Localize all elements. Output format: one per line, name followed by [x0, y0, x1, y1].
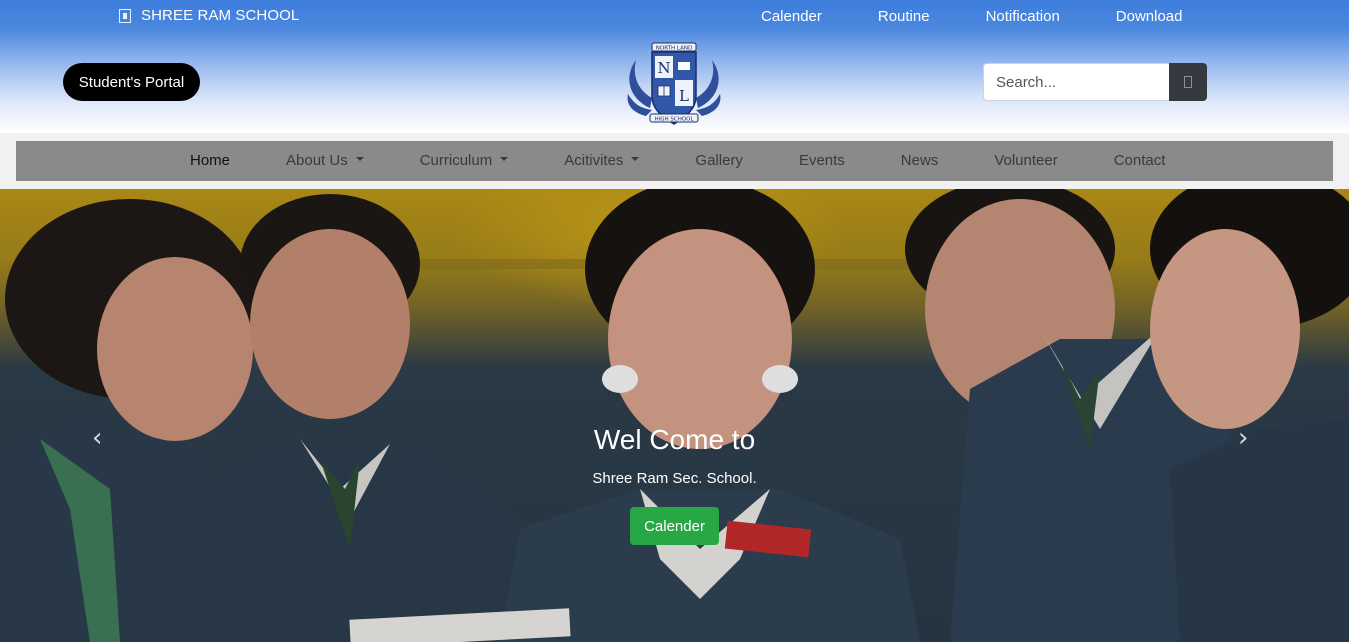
- book-icon: [657, 85, 671, 97]
- search-icon: [1184, 76, 1192, 88]
- search-button[interactable]: [1169, 63, 1207, 101]
- hero-carousel: ‹ › Wel Come to Shree Ram Sec. School. C…: [0, 189, 1349, 642]
- brand[interactable]: SHREE RAM SCHOOL: [119, 7, 299, 24]
- nav-item-label: About Us: [286, 152, 348, 169]
- top-link-download[interactable]: Download: [1088, 8, 1211, 26]
- nav-item-news[interactable]: News: [873, 141, 967, 181]
- nav-item-label: Acitivites: [564, 152, 624, 169]
- nav-item-about-us[interactable]: About Us: [258, 141, 392, 181]
- main-nav-wrapper: Home About Us Curriculum Acitivites Gall…: [0, 133, 1349, 189]
- hero-subtitle: Shree Ram Sec. School.: [592, 470, 757, 487]
- chevron-down-icon: [355, 157, 364, 162]
- school-logo[interactable]: N L NORTH LAND HIGH SCHOOL: [622, 38, 726, 130]
- logo-letter-l: L: [679, 87, 689, 105]
- logo-quadrant: [678, 62, 690, 70]
- logo-top-text: NORTH LAND: [656, 46, 692, 52]
- hero-title: Wel Come to: [593, 424, 756, 455]
- site-header: SHREE RAM SCHOOL Calender Routine Notifi…: [0, 0, 1349, 133]
- nav-item-gallery[interactable]: Gallery: [667, 141, 771, 181]
- search-bar: [983, 63, 1207, 101]
- nav-item-activities[interactable]: Acitivites: [536, 141, 667, 181]
- chevron-down-icon: [500, 157, 509, 162]
- top-link-notification[interactable]: Notification: [958, 8, 1088, 26]
- nav-item-events[interactable]: Events: [771, 141, 873, 181]
- logo-letter-n: N: [657, 59, 670, 77]
- hero-overlay: [0, 189, 1349, 642]
- chevron-down-icon: [631, 157, 640, 162]
- top-links: Calender Routine Notification Download: [733, 8, 1211, 26]
- logo-bottom-text: HIGH SCHOOL: [654, 117, 694, 123]
- calender-button[interactable]: Calender: [630, 507, 719, 545]
- top-link-routine[interactable]: Routine: [850, 8, 958, 26]
- nav-item-contact[interactable]: Contact: [1086, 141, 1194, 181]
- nav-item-label: Curriculum: [419, 152, 493, 169]
- nav-item-curriculum[interactable]: Curriculum: [392, 141, 537, 181]
- nav-item-home[interactable]: Home: [162, 141, 258, 181]
- school-icon: [119, 8, 131, 23]
- brand-name[interactable]: SHREE RAM SCHOOL: [141, 7, 299, 24]
- main-nav: Home About Us Curriculum Acitivites Gall…: [16, 141, 1333, 181]
- top-link-calender[interactable]: Calender: [733, 8, 850, 26]
- nav-item-volunteer[interactable]: Volunteer: [966, 141, 1085, 181]
- students-portal-button[interactable]: Student's Portal: [63, 63, 200, 101]
- search-input[interactable]: [983, 63, 1169, 101]
